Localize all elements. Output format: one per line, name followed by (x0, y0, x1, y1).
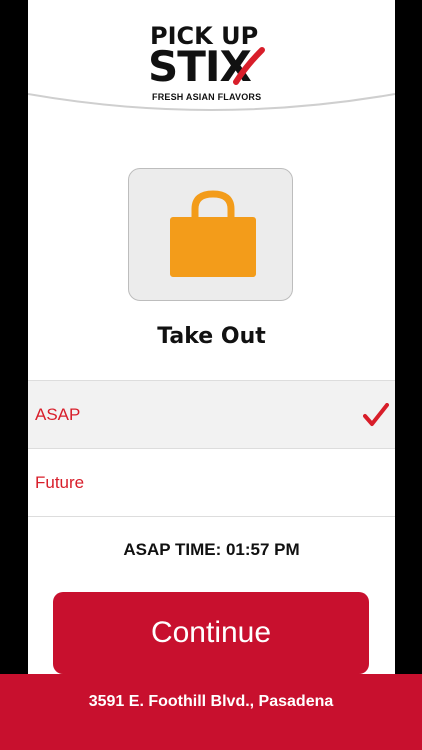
option-asap[interactable]: ASAP (28, 381, 395, 449)
checkmark-icon (363, 403, 389, 426)
store-address: 3591 E. Foothill Blvd., Pasadena (88, 693, 334, 710)
option-future-label: Future (35, 473, 85, 492)
shopping-bag-icon (170, 190, 256, 277)
time-options-list: ASAP Future (28, 380, 395, 517)
header: PICK UP STIX FRESH ASIAN FLAVORS (28, 0, 395, 122)
logo-tagline: FRESH ASIAN FLAVORS (152, 92, 262, 102)
option-asap-label: ASAP (35, 405, 81, 424)
order-mode-title: Take Out (157, 324, 266, 349)
app-screen: PICK UP STIX FRESH ASIAN FLAVORS Take Ou… (28, 0, 395, 750)
footer-address-bar: 3591 E. Foothill Blvd., Pasadena (0, 674, 422, 750)
option-future[interactable]: Future (28, 449, 395, 517)
asap-time-text: ASAP TIME: 01:57 PM (123, 540, 300, 559)
continue-button[interactable]: Continue (53, 592, 369, 674)
brand-logo: PICK UP STIX FRESH ASIAN FLAVORS (146, 18, 276, 108)
take-out-icon-card (128, 168, 293, 301)
logo-red-x-icon (233, 47, 265, 85)
device-frame: PICK UP STIX FRESH ASIAN FLAVORS Take Ou… (0, 0, 422, 750)
